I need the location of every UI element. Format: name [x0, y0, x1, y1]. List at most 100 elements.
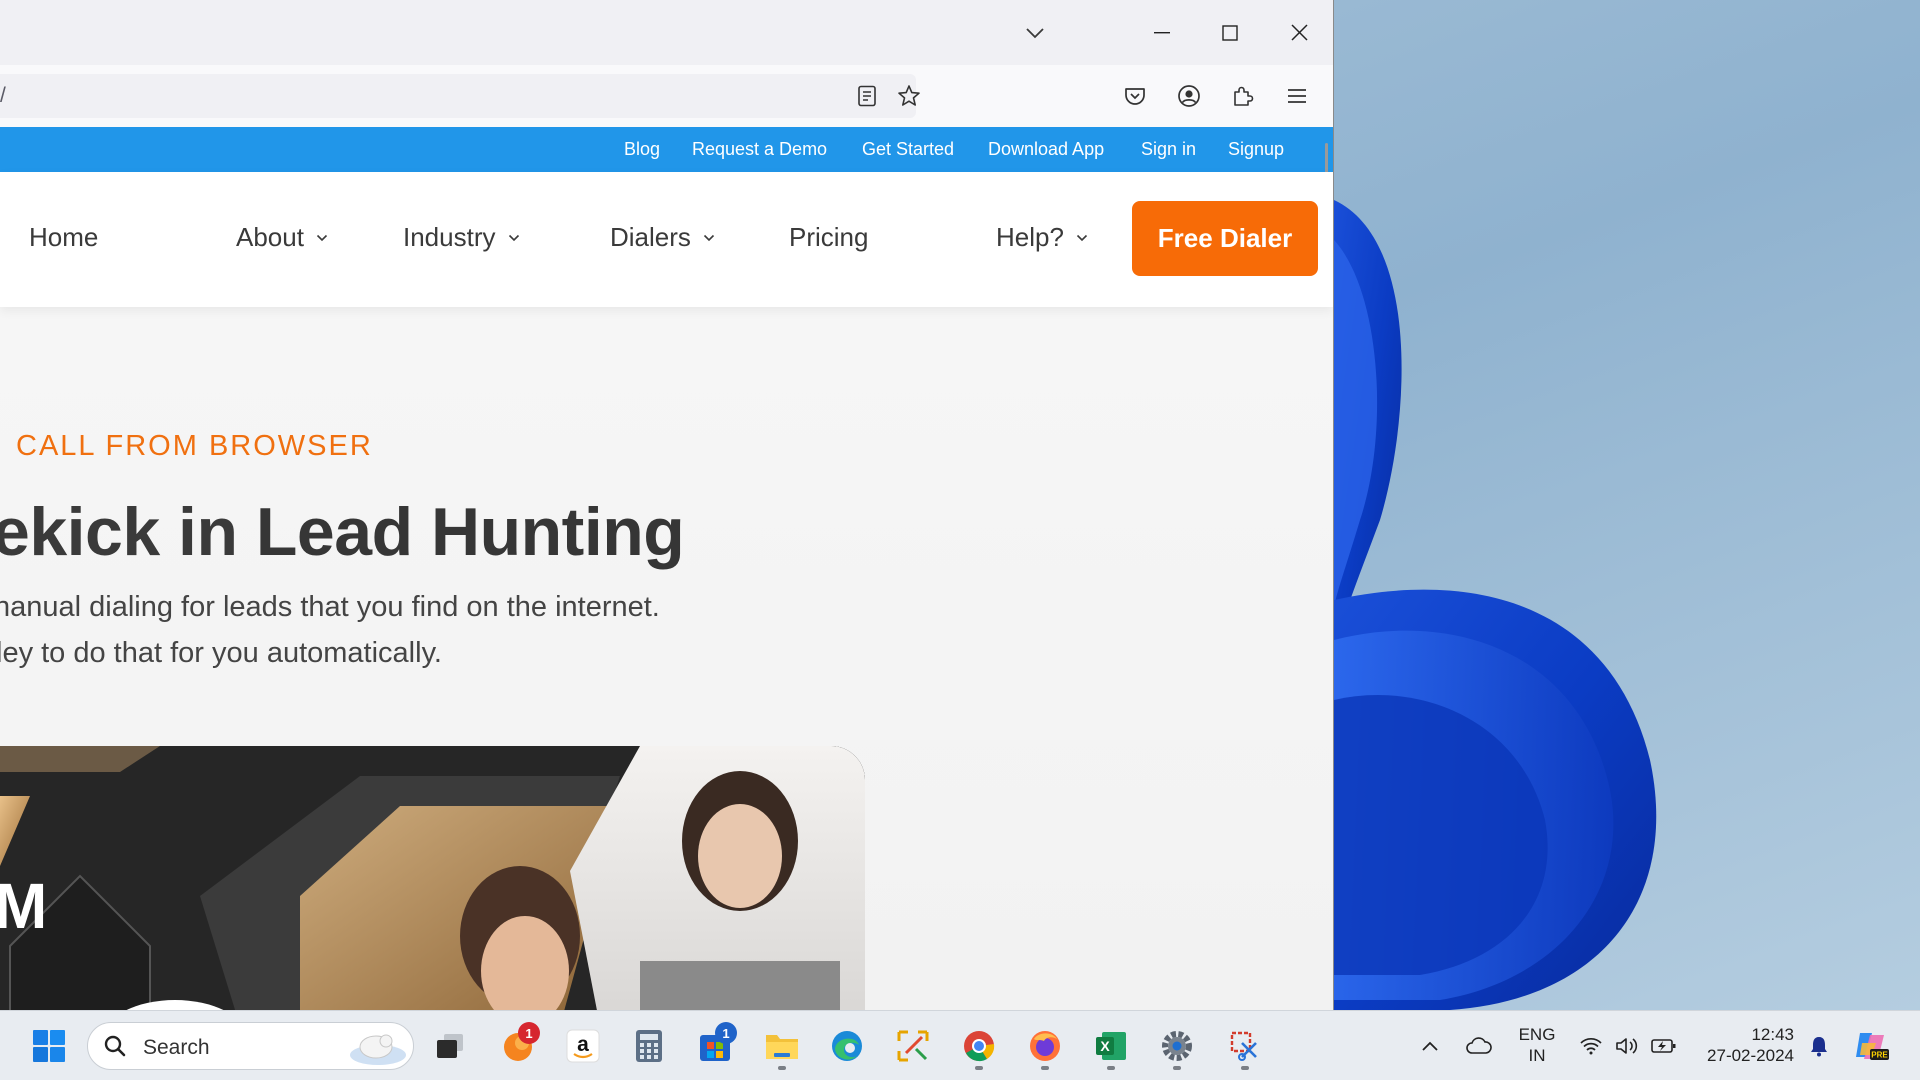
- show-hidden-icons-button[interactable]: [1418, 1021, 1442, 1071]
- nav-pricing[interactable]: Pricing: [789, 222, 868, 253]
- maximize-button[interactable]: [1203, 0, 1257, 65]
- taskbar-app-orange[interactable]: 1: [493, 1021, 543, 1071]
- nav-help[interactable]: Help?: [996, 222, 1088, 253]
- close-window-button[interactable]: [1272, 0, 1326, 65]
- taskbar-firefox[interactable]: [1020, 1021, 1070, 1071]
- reader-view-icon: [858, 85, 876, 107]
- taskbar-microsoft-store[interactable]: 1: [690, 1021, 740, 1071]
- excel-icon: X: [1096, 1032, 1126, 1060]
- clock-date: 27-02-2024: [1707, 1046, 1794, 1065]
- hero-eyebrow: CALL FROM BROWSER: [16, 430, 373, 462]
- hero-description-line-2: ley to do that for you automatically.: [0, 637, 442, 669]
- reader-view-button[interactable]: [846, 65, 888, 127]
- start-button[interactable]: [24, 1021, 74, 1071]
- copilot-icon: PRE: [1856, 1033, 1889, 1060]
- close-icon: [1290, 24, 1308, 41]
- notification-badge: 1: [715, 1022, 737, 1044]
- nav-about[interactable]: About: [236, 222, 328, 253]
- language-indicator[interactable]: ENG IN: [1512, 1024, 1562, 1066]
- nav-home[interactable]: Home: [29, 222, 98, 253]
- taskbar-chrome[interactable]: [954, 1021, 1004, 1071]
- chevron-down-icon: [1076, 234, 1088, 241]
- puzzle-piece-icon: [1234, 86, 1254, 106]
- windows-logo-icon: [33, 1030, 65, 1062]
- taskbar-task-view[interactable]: [425, 1021, 475, 1071]
- taskbar-calculator[interactable]: [624, 1021, 674, 1071]
- top-link-sign-in[interactable]: Sign in: [1141, 139, 1196, 160]
- chevron-down-icon: [703, 234, 714, 241]
- search-icon: [104, 1035, 126, 1057]
- top-utility-bar: Blog Request a Demo Get Started Download…: [0, 127, 1333, 172]
- taskbar-settings[interactable]: [1152, 1021, 1202, 1071]
- running-indicator: [975, 1066, 983, 1070]
- taskbar-search-box[interactable]: Search: [87, 1022, 414, 1070]
- notifications-button[interactable]: [1806, 1021, 1832, 1071]
- snip-sketch-icon: [897, 1030, 929, 1062]
- firefox-icon: [1030, 1031, 1060, 1061]
- hero-image-letter: M: [0, 870, 47, 942]
- main-navigation: Home About Industry Dialers Pricing Help…: [0, 172, 1333, 307]
- taskbar-edge[interactable]: [822, 1021, 872, 1071]
- copilot-badge: PRE: [1871, 1051, 1888, 1060]
- hero-heading-bold: Lead Hunting: [255, 494, 685, 570]
- top-link-download-app[interactable]: Download App: [988, 139, 1104, 160]
- top-link-request-demo[interactable]: Request a Demo: [692, 139, 827, 160]
- running-indicator: [1173, 1066, 1181, 1070]
- minimize-icon: [1154, 31, 1170, 33]
- taskbar-snipping-tool[interactable]: [1220, 1021, 1270, 1071]
- chevron-down-icon: [508, 234, 519, 241]
- taskbar-amazon[interactable]: a: [558, 1021, 608, 1071]
- network-button[interactable]: [1578, 1021, 1604, 1071]
- address-bar[interactable]: /: [0, 74, 916, 118]
- running-indicator: [778, 1066, 786, 1070]
- web-page: Blog Request a Demo Get Started Download…: [0, 127, 1333, 1010]
- nav-industry[interactable]: Industry: [403, 222, 520, 253]
- taskbar-excel[interactable]: X: [1086, 1021, 1136, 1071]
- hero-description-line-1: nanual dialing for leads that you find o…: [0, 591, 660, 623]
- onedrive-button[interactable]: [1464, 1021, 1494, 1071]
- region-code: IN: [1528, 1046, 1546, 1065]
- battery-button[interactable]: [1650, 1021, 1678, 1071]
- cloud-icon: [1466, 1037, 1492, 1054]
- speaker-icon: [1616, 1038, 1638, 1054]
- amazon-icon: a: [566, 1029, 600, 1063]
- system-clock[interactable]: 12:43 27-02-2024: [1694, 1024, 1794, 1066]
- extensions-button[interactable]: [1222, 65, 1264, 127]
- scissors-icon: [1230, 1031, 1257, 1061]
- language-code: ENG: [1518, 1025, 1556, 1044]
- clock-time: 12:43: [1751, 1025, 1794, 1044]
- list-all-tabs-button[interactable]: [1008, 0, 1062, 65]
- chevron-up-icon: [1422, 1041, 1438, 1051]
- top-link-signup[interactable]: Signup: [1228, 139, 1284, 160]
- minimize-button[interactable]: [1135, 0, 1189, 65]
- search-placeholder: Search: [143, 1036, 210, 1059]
- nav-dialers[interactable]: Dialers: [610, 222, 715, 253]
- bookmark-page-button[interactable]: [888, 65, 930, 127]
- copilot-button[interactable]: PRE: [1850, 1021, 1892, 1071]
- nav-home-label: Home: [29, 222, 99, 252]
- taskbar-snipping-app[interactable]: [888, 1021, 938, 1071]
- top-link-blog[interactable]: Blog: [624, 139, 660, 160]
- open-menu-button[interactable]: [1276, 65, 1318, 127]
- account-icon: [1178, 85, 1200, 107]
- taskbar-file-explorer[interactable]: [757, 1021, 807, 1071]
- folder-icon: [766, 1035, 798, 1059]
- save-to-pocket-button[interactable]: [1114, 65, 1156, 127]
- edge-icon: [832, 1031, 862, 1061]
- nav-about-label: About: [236, 222, 304, 252]
- star-icon: [898, 85, 920, 106]
- chevron-down-icon: [316, 234, 328, 241]
- hero-heading-plain: ekick in: [0, 494, 256, 570]
- account-button[interactable]: [1168, 65, 1210, 127]
- chrome-icon: [964, 1031, 995, 1062]
- pocket-icon: [1125, 88, 1145, 105]
- notification-badge: 1: [518, 1022, 540, 1044]
- top-link-get-started[interactable]: Get Started: [862, 139, 954, 160]
- nav-help-label: Help?: [996, 222, 1064, 252]
- volume-button[interactable]: [1614, 1021, 1640, 1071]
- browser-tab-bar: [0, 0, 1333, 65]
- calculator-icon: [636, 1030, 662, 1062]
- free-dialer-button[interactable]: Free Dialer: [1132, 201, 1318, 276]
- running-indicator: [1041, 1066, 1049, 1070]
- nav-dialers-label: Dialers: [610, 222, 691, 252]
